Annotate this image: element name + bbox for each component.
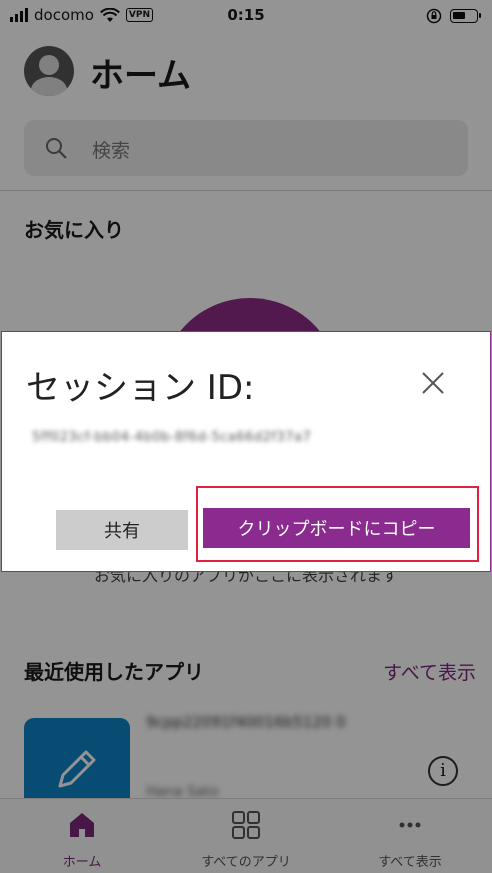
dialog-title: セッション ID: (26, 368, 255, 408)
share-button[interactable]: 共有 (56, 510, 188, 550)
copy-to-clipboard-button[interactable]: クリップボードにコピー (203, 508, 470, 548)
session-id-dialog: セッション ID: 5ff023cf-bb04-4b0b-8f6d-5ca66d… (1, 331, 491, 572)
close-icon[interactable] (418, 368, 448, 398)
session-id-value: 5ff023cf-bb04-4b0b-8f6d-5ca66d2f37a7 (32, 430, 312, 445)
